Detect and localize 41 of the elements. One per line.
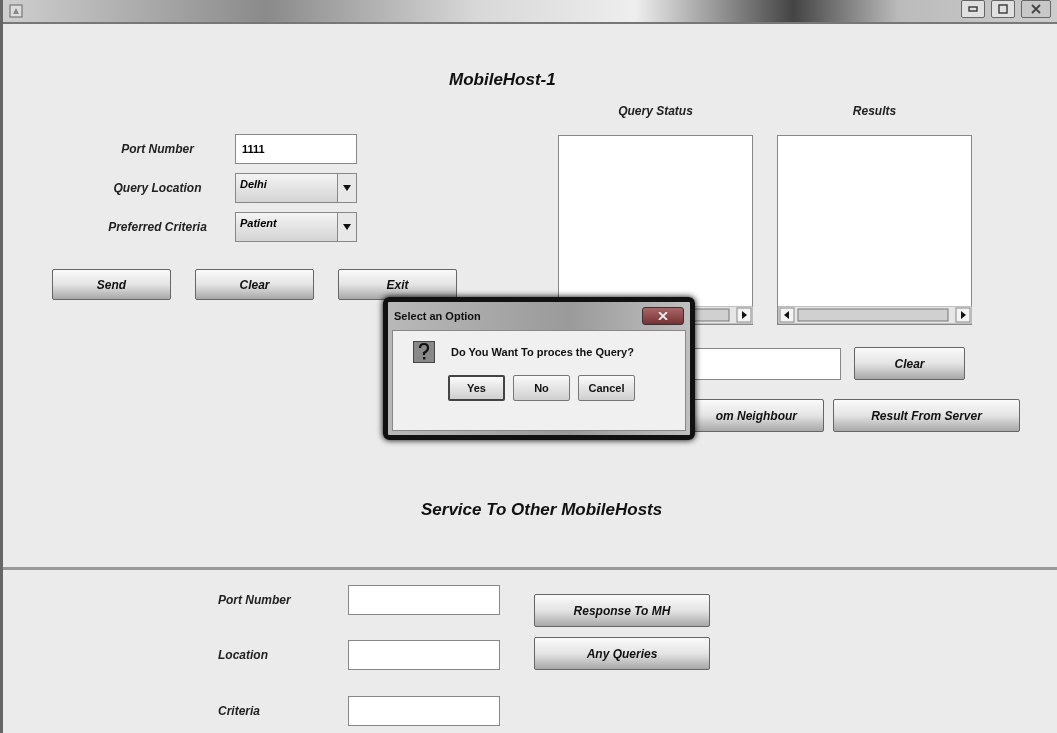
question-icon	[413, 341, 435, 363]
dialog-close-button[interactable]	[642, 307, 684, 325]
field-label: Location	[218, 648, 269, 663]
text-field[interactable]: 1111	[235, 134, 357, 164]
text-field[interactable]	[348, 640, 500, 671]
dialog-message: Do You Want To proces the Query?	[451, 346, 634, 358]
minimize-button[interactable]	[961, 0, 985, 18]
close-icon	[658, 312, 668, 320]
dropdown-arrow-icon	[342, 223, 352, 231]
field-label: Preferred Criteria	[108, 220, 207, 234]
result-button[interactable]: Result From Server	[833, 399, 1020, 432]
text-field[interactable]	[348, 584, 500, 615]
dialog-button[interactable]: No	[513, 375, 570, 401]
action-button[interactable]: Exit	[338, 269, 457, 300]
action-button[interactable]: Any Queries	[534, 637, 710, 670]
field-label: Query Location	[113, 181, 202, 195]
dialog-title: Select an Option	[394, 310, 481, 322]
text-area[interactable]	[558, 135, 753, 325]
dropdown[interactable]: Patient	[235, 212, 357, 242]
close-icon	[1030, 4, 1042, 14]
dialog-button[interactable]: Yes	[448, 375, 505, 401]
panel-heading: Query Status	[618, 104, 693, 120]
minimize-icon	[967, 4, 979, 14]
app-icon	[9, 4, 23, 18]
action-button[interactable]: Response To MH	[534, 594, 710, 627]
section-heading: Service To Other MobileHosts	[421, 500, 663, 520]
form-title: MobileHost-1	[449, 70, 556, 90]
field-label: Criteria	[218, 704, 262, 719]
action-button[interactable]: Send	[52, 269, 171, 300]
action-button[interactable]: Clear	[195, 269, 314, 300]
text-field[interactable]	[348, 696, 500, 727]
dropdown[interactable]: Delhi	[235, 173, 357, 203]
clear-button[interactable]: Clear	[854, 347, 965, 380]
close-button[interactable]	[1021, 0, 1051, 18]
field-label: Port Number	[121, 142, 194, 156]
dialog-button[interactable]: Cancel	[578, 375, 635, 401]
field-label: Port Number	[218, 592, 292, 607]
maximize-button[interactable]	[991, 0, 1015, 18]
maximize-icon	[997, 4, 1009, 14]
dropdown-arrow-icon	[342, 184, 352, 192]
panel-heading: Results	[852, 104, 897, 120]
